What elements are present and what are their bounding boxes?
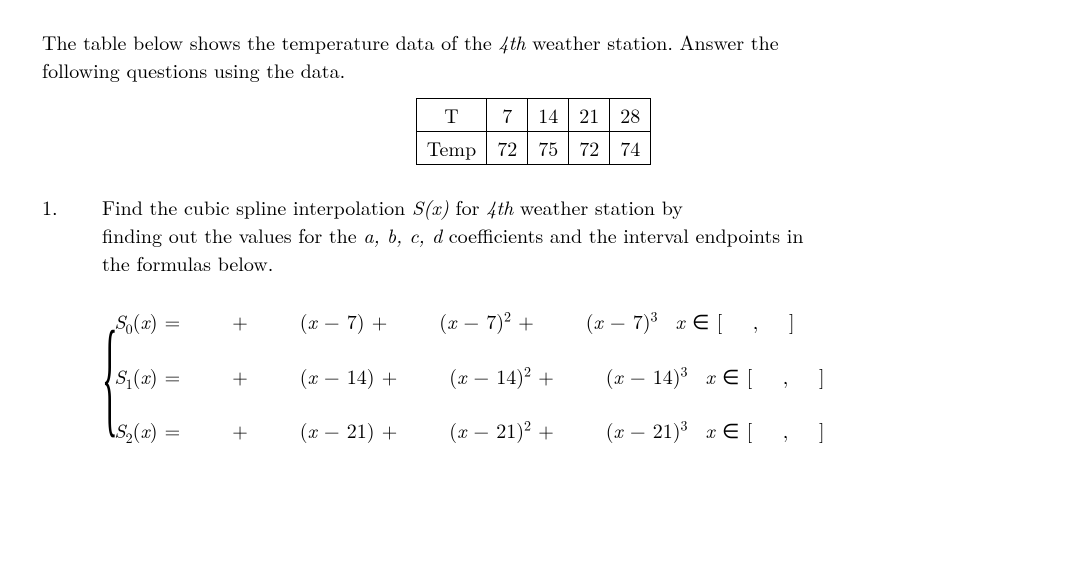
table-header-t: T xyxy=(416,99,486,132)
spline-piece: S1(x) =+(x − 14) +(x − 14)2 +(x − 14)3x … xyxy=(114,362,824,395)
q-lead-c: weather station by xyxy=(513,192,683,221)
q-ordinal: 4th xyxy=(486,192,513,221)
intro-text-b: weather station. Answer the xyxy=(526,27,779,56)
data-table: T 7 14 21 28 Temp 72 75 72 74 xyxy=(416,98,651,165)
spline-system: { S0(x) =+(x − 7) +(x − 7)2 +(x − 7)3x ∈… xyxy=(102,307,1025,449)
table-cell: 72 xyxy=(569,132,610,165)
question-text: Find the cubic spline interpolation S(x)… xyxy=(102,193,1025,277)
table-cell: 74 xyxy=(610,132,651,165)
table-cell: 75 xyxy=(528,132,569,165)
intro-ordinal: 4th xyxy=(498,27,525,56)
table-header-temp: Temp xyxy=(416,132,486,165)
spline-pieces: S0(x) =+(x − 7) +(x − 7)2 +(x − 7)3x ∈ [… xyxy=(114,307,824,449)
q-lead-b: for xyxy=(449,192,486,221)
spline-piece: S2(x) =+(x − 21) +(x − 21)2 +(x − 21)3x … xyxy=(114,416,824,449)
left-brace-icon: { xyxy=(102,319,118,436)
q-lead-a: Find the cubic spline interpolation xyxy=(102,192,412,221)
spline-piece: S0(x) =+(x − 7) +(x − 7)2 +(x − 7)3x ∈ [… xyxy=(114,307,824,340)
table-cell: 28 xyxy=(610,99,651,132)
table-cell: 72 xyxy=(487,132,528,165)
q-line2-b: coefficients and the interval endpoints … xyxy=(442,220,803,249)
table-cell: 21 xyxy=(569,99,610,132)
q-line2-a: finding out the values for the xyxy=(102,220,363,249)
table-cell: 7 xyxy=(487,99,528,132)
intro-text-a: The table below shows the temperature da… xyxy=(42,27,498,56)
table-row: Temp 72 75 72 74 xyxy=(416,132,650,165)
question-number: 1. xyxy=(42,193,102,277)
q-line3: the formulas below. xyxy=(102,248,273,277)
q-coeffs: a, b, c, d xyxy=(363,220,442,249)
question-row: 1. Find the cubic spline interpolation S… xyxy=(42,193,1025,277)
intro-paragraph: The table below shows the temperature da… xyxy=(42,28,1025,84)
table-row: T 7 14 21 28 xyxy=(416,99,650,132)
intro-text-c: following questions using the data. xyxy=(42,55,345,84)
table-cell: 14 xyxy=(528,99,569,132)
q-lead-fn: S(x) xyxy=(412,192,449,221)
